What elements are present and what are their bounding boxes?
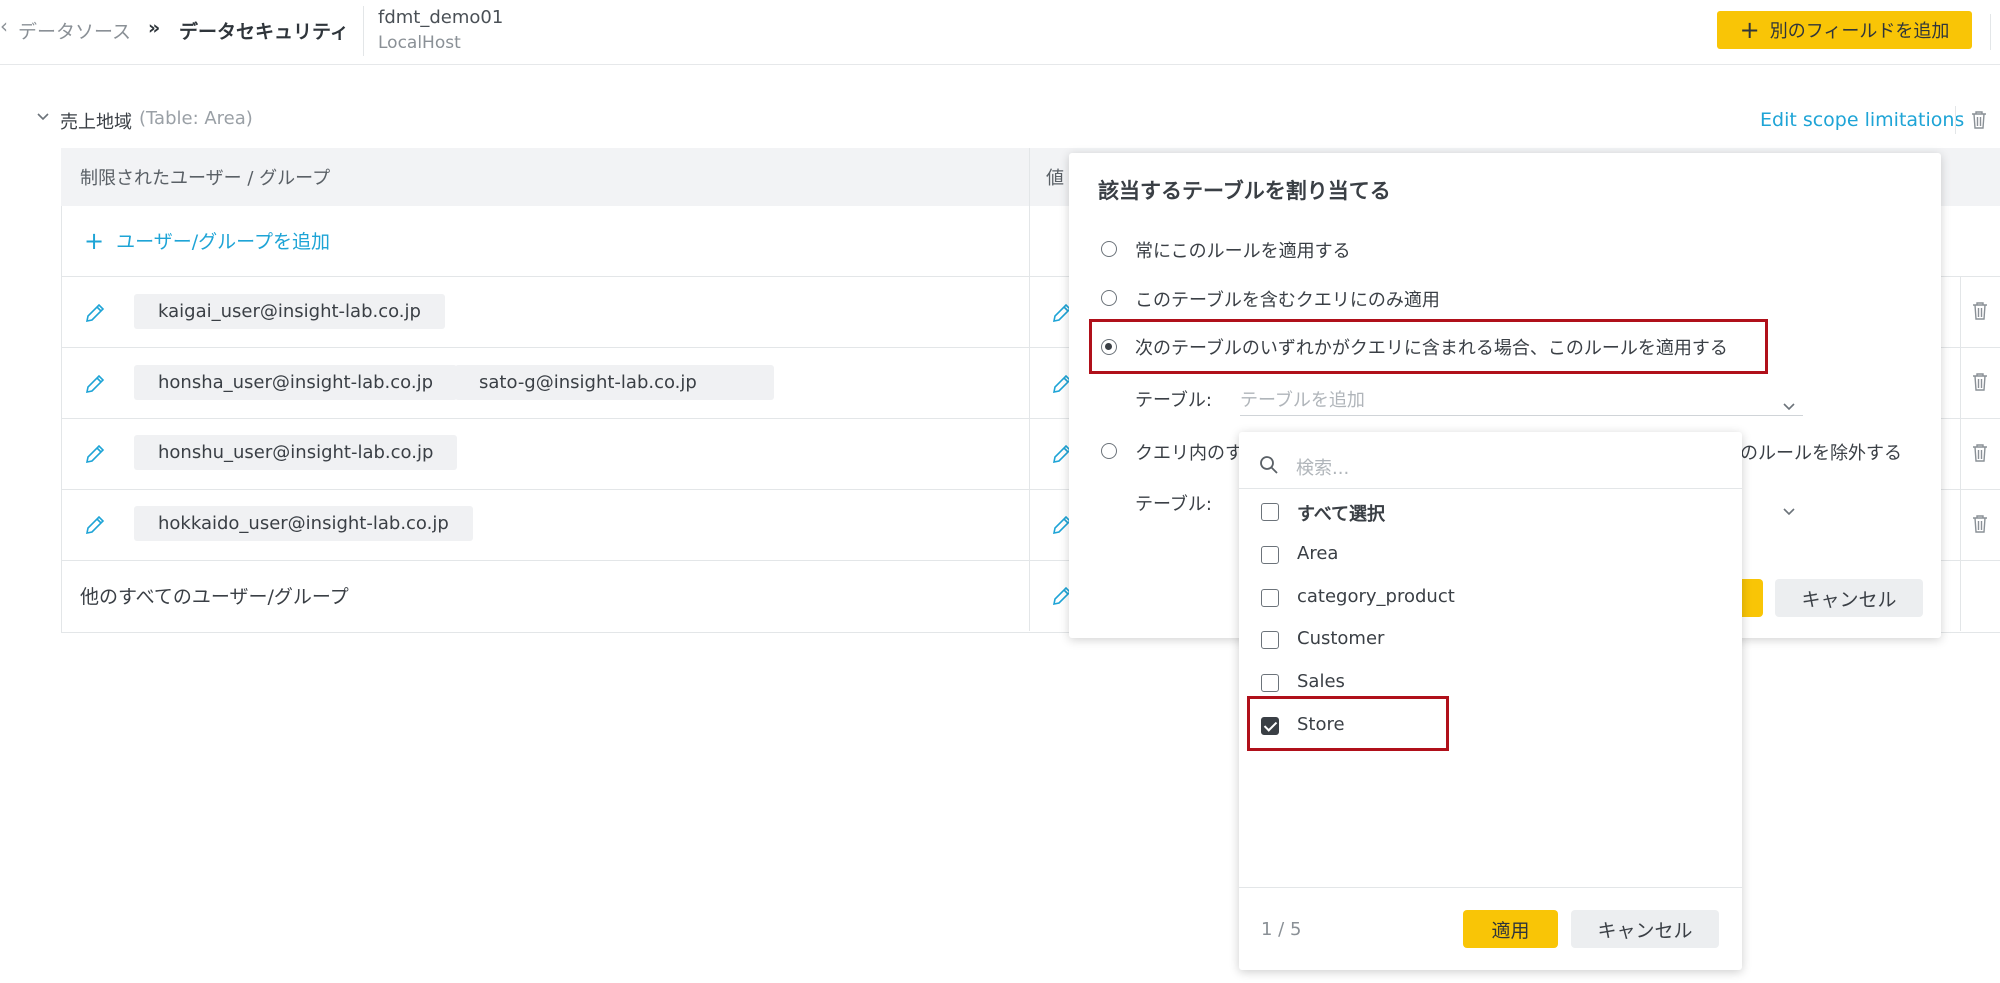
user-chip: hokkaido_user@insight-lab.co.jp: [134, 506, 473, 541]
dropdown-item-label[interactable]: Sales: [1297, 671, 1345, 692]
checkbox-select-all[interactable]: [1261, 503, 1279, 521]
header-divider: [363, 6, 364, 56]
section-title: 売上地域: [60, 112, 132, 133]
option-exclude-label-tail[interactable]: のルールを除外する: [1740, 439, 1902, 465]
edit-pencil-icon[interactable]: [84, 373, 106, 395]
trash-icon[interactable]: [1971, 110, 1987, 130]
plus-icon: +: [1739, 16, 1760, 44]
search-input[interactable]: 検索...: [1296, 454, 1349, 480]
connection-name: fdmt_demo01: [378, 7, 504, 28]
checkbox-area[interactable]: [1261, 546, 1279, 564]
exclude-table-field-label: テーブル:: [1135, 494, 1212, 515]
connection-host: LocalHost: [378, 33, 461, 53]
add-user-label: ユーザー/グループを追加: [116, 231, 330, 253]
radio-any-table[interactable]: [1101, 339, 1117, 355]
column-header-values: 値: [1046, 168, 1064, 189]
radio-this-table[interactable]: [1101, 290, 1117, 306]
back-icon[interactable]: ‹: [0, 14, 8, 38]
search-icon: [1259, 455, 1279, 479]
popover-cancel-button[interactable]: キャンセル: [1775, 579, 1923, 617]
selection-count: 1 / 5: [1261, 919, 1302, 940]
column-header-users: 制限されたユーザー / グループ: [80, 168, 331, 189]
collapse-chevron-icon[interactable]: [36, 109, 50, 128]
search-divider: [1239, 488, 1742, 489]
add-field-label: 別のフィールドを追加: [1769, 21, 1950, 42]
section-divider: [1955, 106, 1956, 134]
breadcrumb-current: データセキュリティ: [179, 21, 349, 43]
dropdown-item-label[interactable]: Area: [1297, 543, 1338, 564]
radio-exclude[interactable]: [1101, 443, 1117, 459]
dropdown-item-label[interactable]: Customer: [1297, 628, 1384, 649]
table-select-placeholder[interactable]: テーブルを追加: [1240, 386, 1365, 412]
dropdown-item-label[interactable]: Store: [1297, 714, 1345, 735]
section-table-note: (Table: Area): [139, 108, 253, 129]
dropdown-cancel-button[interactable]: キャンセル: [1571, 910, 1719, 948]
breadcrumb-separator: »: [148, 17, 161, 39]
header-right-divider: [1990, 14, 1991, 50]
column-divider: [1029, 148, 1030, 631]
checkbox-customer[interactable]: [1261, 631, 1279, 649]
checkbox-store[interactable]: [1261, 717, 1279, 735]
user-chip: sato-g@insight-lab.co.jp: [455, 365, 774, 400]
radio-always[interactable]: [1101, 241, 1117, 257]
option-exclude-label[interactable]: クエリ内のす: [1135, 439, 1243, 465]
footer-divider: [1239, 887, 1742, 888]
breadcrumb-datasource[interactable]: データソース: [18, 17, 131, 44]
chevron-down-icon[interactable]: [1782, 397, 1796, 416]
action-column-divider: [1960, 276, 1961, 631]
apply-button[interactable]: 適用: [1463, 910, 1558, 948]
edit-scope-link[interactable]: Edit scope limitations: [1760, 109, 1964, 131]
dropdown-item-label[interactable]: category_product: [1297, 586, 1455, 607]
popover-title: 該当するテーブルを割り当てる: [1098, 179, 1391, 203]
trash-icon[interactable]: [1972, 301, 1988, 321]
checkbox-category-product[interactable]: [1261, 589, 1279, 607]
option-this-table-label[interactable]: このテーブルを含むクエリにのみ適用: [1135, 286, 1440, 312]
top-header: ‹ データソース » データセキュリティ fdmt_demo01 LocalHo…: [0, 0, 2000, 65]
trash-icon[interactable]: [1972, 443, 1988, 463]
table-dropdown: 検索... すべて選択 Area category_product Custom…: [1239, 432, 1742, 970]
option-any-table-label[interactable]: 次のテーブルのいずれかがクエリに含まれる場合、このルールを適用する: [1135, 334, 1728, 360]
user-chip: honsha_user@insight-lab.co.jp: [134, 365, 458, 400]
add-user-button[interactable]: + ユーザー/グループを追加: [84, 227, 330, 254]
plus-icon: +: [84, 226, 105, 255]
edit-pencil-icon[interactable]: [84, 443, 106, 465]
checkbox-sales[interactable]: [1261, 674, 1279, 692]
table-select-underline: [1240, 415, 1803, 416]
user-chip: kaigai_user@insight-lab.co.jp: [134, 294, 445, 329]
select-all-label[interactable]: すべて選択: [1297, 500, 1385, 526]
others-label: 他のすべてのユーザー/グループ: [80, 586, 349, 608]
trash-icon[interactable]: [1972, 514, 1988, 534]
trash-icon[interactable]: [1972, 372, 1988, 392]
user-chip: honshu_user@insight-lab.co.jp: [134, 435, 458, 470]
popover-apply-button[interactable]: [1740, 579, 1763, 617]
chevron-down-icon[interactable]: [1782, 502, 1796, 521]
add-field-button[interactable]: + 別のフィールドを追加: [1717, 11, 1972, 49]
table-field-label: テーブル:: [1135, 390, 1212, 411]
option-always-label[interactable]: 常にこのルールを適用する: [1135, 237, 1351, 263]
edit-pencil-icon[interactable]: [84, 514, 106, 536]
edit-pencil-icon[interactable]: [84, 302, 106, 324]
